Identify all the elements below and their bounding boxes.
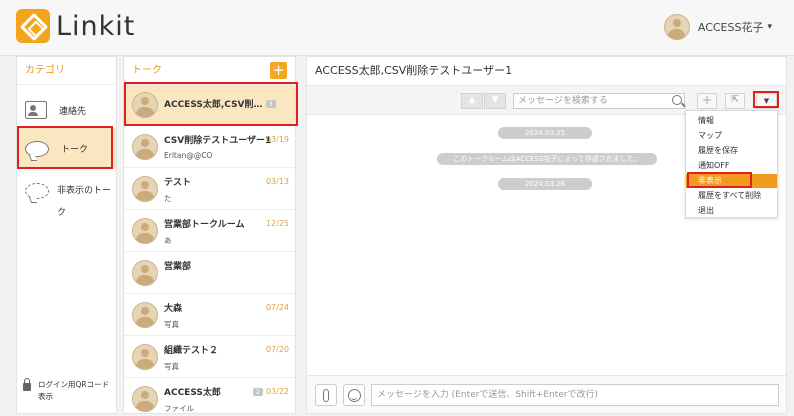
attach-file-button[interactable] xyxy=(315,384,337,406)
avatar xyxy=(132,218,158,244)
add-member-button[interactable]: + xyxy=(697,93,717,109)
linkit-logo-icon xyxy=(16,9,50,43)
category-item-label: トーク xyxy=(61,145,89,155)
user-menu[interactable]: ACCESS花子 ▾ xyxy=(663,14,772,40)
talk-list-panel: トーク + ACCESS太郎,CSV削… 3 CSV削除テストユーザー1 Erit… xyxy=(123,56,296,414)
menu-item-save-history[interactable]: 履歴を保存 xyxy=(686,144,777,158)
talk-name: 組織テスト２ xyxy=(164,346,219,356)
talk-item[interactable]: 営業部 xyxy=(124,253,295,294)
message-search-input[interactable]: メッセージを検索する xyxy=(513,93,685,109)
menu-item-info[interactable]: 情報 xyxy=(686,114,777,128)
qr-login-button[interactable]: ログイン用QRコード表示 xyxy=(17,378,116,409)
talk-name: 営業部 xyxy=(164,262,192,272)
talk-date: 03/19 xyxy=(265,135,289,144)
date-separator: 2024.03.26 xyxy=(498,178,592,190)
talk-name: ACCESS太郎,CSV削… xyxy=(164,100,263,110)
talk-date: 03/22 xyxy=(265,387,289,396)
date-separator: 2024.03.25 xyxy=(498,127,592,139)
talk-last-message: 写真 xyxy=(164,362,179,371)
chevron-down-icon: ▾ xyxy=(767,22,772,32)
avatar xyxy=(132,386,158,412)
app-header: Linkit ACCESS花子 ▾ xyxy=(0,0,794,56)
user-avatar-icon xyxy=(663,14,690,40)
menu-item-hide[interactable]: 非表示 xyxy=(686,174,777,188)
message-composer: メッセージを入力 (Enterで送信、Shift+Enterで改行) xyxy=(307,375,786,413)
add-talk-button[interactable]: + xyxy=(270,62,287,79)
avatar xyxy=(132,302,158,328)
popout-icon[interactable]: ⇱ xyxy=(725,93,745,109)
qr-login-label: ログイン用QRコード表示 xyxy=(38,380,110,401)
app-name: Linkit xyxy=(56,10,136,42)
room-title: ACCESS太郎,CSV削除テストユーザー1 xyxy=(315,64,513,77)
category-title: カテゴリ xyxy=(17,57,116,85)
talk-date: 07/20 xyxy=(265,345,289,354)
unread-badge: 3 xyxy=(265,100,276,108)
category-panel: カテゴリ 連絡先 トーク 非表示のトーク ログイン用QRコード表示 xyxy=(16,56,117,414)
talk-date: 03/13 xyxy=(265,177,289,186)
category-item-contacts[interactable]: 連絡先 xyxy=(17,93,116,127)
talk-name: テスト xyxy=(164,178,192,188)
system-message: このトークルームはACCESS花子によって作成されました。 xyxy=(437,153,657,165)
unread-badge: 2 xyxy=(252,388,263,396)
category-item-label: 非表示のトーク xyxy=(57,186,112,218)
avatar xyxy=(132,176,158,202)
emoji-button[interactable] xyxy=(343,384,365,406)
search-next-button[interactable]: ▼ xyxy=(484,93,506,109)
talk-item[interactable]: 営業部トークルーム あ 12/25 xyxy=(124,211,295,252)
avatar xyxy=(132,134,158,160)
menu-item-delete-history[interactable]: 履歴をすべて削除 xyxy=(686,189,777,203)
talk-item[interactable]: CSV削除テストユーザー1 Eritan@@CO 03/19 xyxy=(124,127,295,168)
room-menu-button[interactable]: ▼ xyxy=(756,93,777,109)
talk-item[interactable]: テスト た 03/13 xyxy=(124,169,295,210)
category-item-label: 連絡先 xyxy=(59,106,87,117)
paperclip-icon xyxy=(323,389,329,402)
talk-date: 12/25 xyxy=(265,219,289,228)
talk-name: 営業部トークルーム xyxy=(164,220,245,230)
talk-name: ACCESS太郎 xyxy=(164,388,221,398)
message-input[interactable]: メッセージを入力 (Enterで送信、Shift+Enterで改行) xyxy=(371,384,779,406)
contacts-icon xyxy=(25,101,47,119)
talk-item[interactable]: 大森 写真 07/24 xyxy=(124,295,295,336)
category-item-hidden-talk[interactable]: 非表示のトーク xyxy=(17,175,116,225)
talk-last-message: 写真 xyxy=(164,320,179,329)
hidden-chat-icon xyxy=(25,183,49,199)
app-logo[interactable]: Linkit xyxy=(16,9,135,43)
talk-item[interactable]: ACCESS太郎,CSV削… 3 xyxy=(124,85,295,126)
talk-item[interactable]: ACCESS太郎 2 ファイル 03/22 xyxy=(124,379,295,416)
avatar xyxy=(132,260,158,286)
smiley-icon xyxy=(348,389,361,402)
lock-icon xyxy=(23,378,31,391)
talk-last-message: ファイル xyxy=(164,404,194,413)
search-icon[interactable] xyxy=(667,93,689,109)
category-item-talk[interactable]: トーク xyxy=(17,128,116,169)
talk-date: 07/24 xyxy=(265,303,289,312)
chat-bubble-icon xyxy=(25,140,49,157)
talk-item[interactable]: 組織テスト２ 写真 07/20 xyxy=(124,337,295,378)
menu-item-notify-off[interactable]: 通知OFF xyxy=(686,159,777,173)
menu-item-map[interactable]: マップ xyxy=(686,129,777,143)
avatar xyxy=(132,92,158,118)
menu-item-leave[interactable]: 退出 xyxy=(686,204,777,218)
talk-last-message: た xyxy=(164,194,172,203)
talk-name: CSV削除テストユーザー1 xyxy=(164,136,272,146)
talk-last-message: あ xyxy=(164,236,172,245)
talk-name: 大森 xyxy=(164,304,183,314)
room-menu-dropdown: 情報 マップ 履歴を保存 通知OFF 非表示 履歴をすべて削除 退出 xyxy=(685,110,778,218)
search-prev-button[interactable]: ▲ xyxy=(461,93,483,109)
talk-name-row: ACCESS太郎,CSV削… 3 xyxy=(164,97,276,110)
avatar xyxy=(132,344,158,370)
talk-last-message: Eritan@@CO xyxy=(164,151,213,160)
user-name: ACCESS花子 xyxy=(697,21,764,34)
